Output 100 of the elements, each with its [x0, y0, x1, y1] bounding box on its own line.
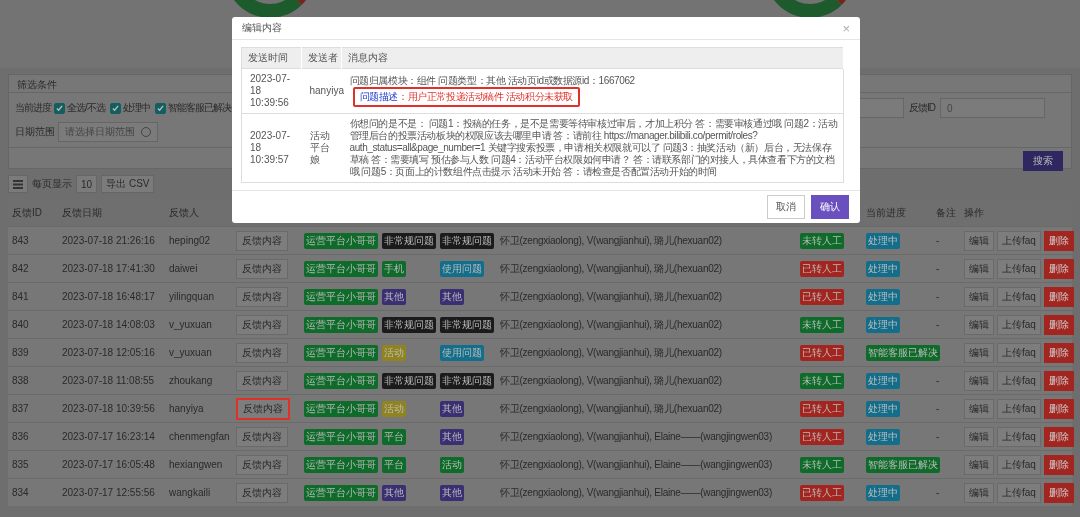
delete-button[interactable]: 删除	[1043, 286, 1074, 307]
edit-button[interactable]: 编辑	[964, 454, 994, 475]
progress-tag: 处理中	[866, 372, 900, 389]
table-cell: zhoukang	[169, 375, 213, 386]
tag: 运营平台小哥哥	[304, 456, 378, 473]
column-header: 操作	[964, 206, 984, 218]
feedback-content-button[interactable]: 反馈内容	[236, 370, 288, 391]
table-cell: -	[936, 403, 940, 414]
feedback-content-button[interactable]: 反馈内容	[236, 454, 288, 475]
feedback-content-button[interactable]: 反馈内容	[236, 258, 288, 279]
table-cell: 843	[12, 235, 29, 246]
tag: 非常规问题	[440, 316, 494, 333]
export-button[interactable]: 导出 CSV	[101, 175, 155, 193]
feedback-content-button[interactable]: 反馈内容	[236, 397, 290, 420]
column-header: 备注	[936, 206, 956, 218]
edit-button[interactable]: 编辑	[964, 482, 994, 503]
list-icon[interactable]	[13, 179, 23, 189]
status-tag: 已转人工	[800, 484, 844, 501]
progress-tag: 处理中	[866, 316, 900, 333]
checkbox[interactable]	[109, 102, 121, 114]
edit-button[interactable]: 编辑	[964, 342, 994, 363]
delete-button[interactable]: 删除	[1043, 342, 1074, 363]
checkbox-label: 智能客服已解决	[167, 101, 231, 115]
delete-button[interactable]: 删除	[1043, 482, 1074, 503]
table-cell: 怀卫(zengxiaolong), V(wangjianhui), 璐儿(hexuan02)	[500, 262, 722, 274]
checkbox[interactable]	[154, 102, 166, 114]
edit-button[interactable]: 编辑	[964, 370, 994, 391]
table-cell: -	[936, 319, 940, 330]
cancel-button[interactable]: 取消	[767, 195, 805, 219]
edit-button[interactable]: 编辑	[964, 230, 994, 251]
delete-button[interactable]: 删除	[1043, 314, 1074, 335]
tag: 其他	[440, 428, 464, 445]
table-cell: 834	[12, 487, 29, 498]
status-tag: 已转人工	[800, 344, 844, 361]
table-cell: 838	[12, 375, 29, 386]
table-cell: 841	[12, 291, 29, 302]
column-header: 发送时间	[248, 52, 288, 63]
column-header: 发送者	[308, 52, 338, 63]
tag: 其他	[382, 288, 406, 305]
feedback-content-button[interactable]: 反馈内容	[236, 314, 288, 335]
edit-button[interactable]: 编辑	[964, 398, 994, 419]
table-cell: -	[936, 487, 940, 498]
confirm-button[interactable]: 确认	[811, 195, 849, 219]
delete-button[interactable]: 删除	[1043, 230, 1074, 251]
column-header: 消息内容	[348, 52, 388, 63]
table-cell: v_yuxuan	[169, 347, 212, 358]
feedback-content-button[interactable]: 反馈内容	[236, 286, 288, 307]
page-size-select[interactable]: 10	[76, 175, 98, 193]
edit-button[interactable]: 编辑	[964, 426, 994, 447]
message-text: 问题归属模块：组件 问题类型：其他 活动页id或数据源id：1667062	[349, 75, 635, 86]
status-tag: 已转人工	[800, 428, 844, 445]
delete-button[interactable]: 删除	[1043, 454, 1074, 475]
delete-button[interactable]: 删除	[1043, 370, 1074, 391]
tag: 非常规问题	[382, 372, 436, 389]
table-cell: 怀卫(zengxiaolong), V(wangjianhui), 璐儿(hexuan02)	[500, 402, 722, 414]
delete-button[interactable]: 删除	[1043, 398, 1074, 419]
status-tag: 未转人工	[800, 316, 844, 333]
table-cell: 2023-07-18 17:41:30	[62, 263, 155, 274]
table-cell: 怀卫(zengxiaolong), V(wangjianhui), 璐儿(hexuan02)	[500, 346, 722, 358]
table-cell: 怀卫(zengxiaolong), V(wangjianhui), 璐儿(hexuan02)	[500, 318, 722, 330]
table-cell: 2023-07-17 16:23:14	[62, 431, 155, 442]
tag: 活动	[382, 400, 406, 417]
highlighted-text: 问题描述：用户正常投递活动稿件 活动积分未获取	[352, 87, 581, 107]
status-tag: 未转人工	[800, 456, 844, 473]
table-cell: 怀卫(zengxiaolong), V(wangjianhui), 璐儿(hexuan02)	[500, 374, 722, 386]
table-cell: 2023-07-18 16:48:17	[62, 291, 155, 302]
checkbox-label: 全选/不选	[67, 101, 105, 115]
tag: 运营平台小哥哥	[304, 232, 378, 249]
table-cell: hanyiya	[309, 85, 344, 96]
table-cell: 842	[12, 263, 29, 274]
table-cell: 怀卫(zengxiaolong), V(wangjianhui), 璐儿(hexuan02)	[500, 234, 722, 246]
tag: 活动	[382, 344, 406, 361]
checkbox-label: 处理中	[122, 101, 150, 115]
status-tag: 已转人工	[800, 288, 844, 305]
feedback-content-button[interactable]: 反馈内容	[236, 230, 288, 251]
table-cell: 839	[12, 347, 29, 358]
table-cell: -	[936, 375, 940, 386]
delete-button[interactable]: 删除	[1043, 426, 1074, 447]
edit-button[interactable]: 编辑	[964, 314, 994, 335]
checkbox[interactable]	[54, 102, 65, 114]
table-cell: 2023-07-18 11:08:55	[62, 375, 155, 386]
tag: 运营平台小哥哥	[304, 372, 378, 389]
tag: 运营平台小哥哥	[304, 344, 378, 361]
feedback-content-button[interactable]: 反馈内容	[236, 342, 288, 363]
edit-button[interactable]: 编辑	[964, 286, 994, 307]
table-cell: wangkaili	[169, 487, 211, 498]
table-cell: 怀卫(zengxiaolong), V(wangjianhui), Elaine——(wangjingwen03)	[500, 486, 772, 498]
close-button[interactable]: ×	[842, 20, 850, 36]
feedback-content-button[interactable]: 反馈内容	[236, 426, 288, 447]
table-cell: chenmengfan	[169, 431, 230, 442]
tag: 其他	[382, 484, 406, 501]
column-header: 反馈ID	[12, 206, 42, 218]
tag: 非常规问题	[382, 232, 436, 249]
feedback-content-button[interactable]: 反馈内容	[236, 482, 288, 503]
search-button[interactable]: 搜索	[1023, 151, 1063, 171]
table-cell: 2023-07-17 12:55:56	[62, 487, 155, 498]
delete-button[interactable]: 删除	[1043, 258, 1074, 279]
table-cell: 2023-07-18 10:39:56	[62, 403, 155, 414]
edit-button[interactable]: 编辑	[964, 258, 994, 279]
tag: 其他	[440, 400, 464, 417]
